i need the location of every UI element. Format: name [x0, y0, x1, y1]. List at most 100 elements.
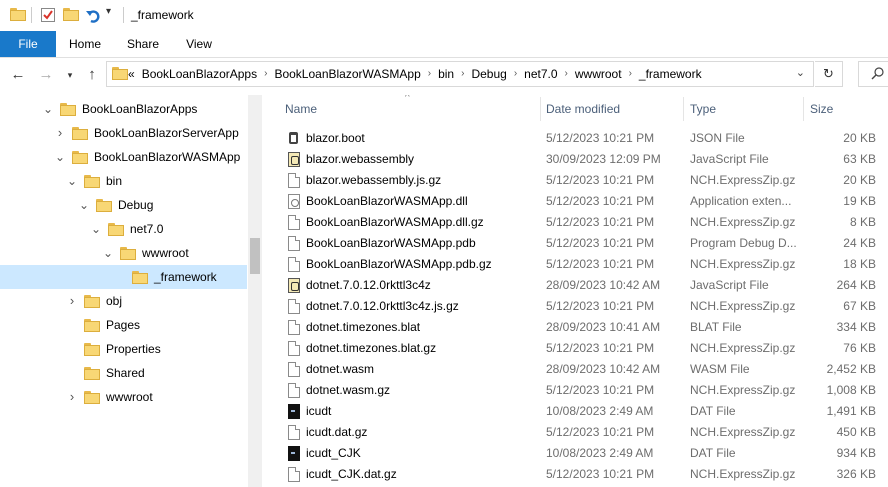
file-size: 20 KB — [843, 131, 876, 145]
tree-item[interactable]: ⌄ BookLoanBlazorWASMApp — [54, 145, 240, 169]
title-bar: ▾ _framework — [0, 0, 888, 31]
forward-arrow-icon[interactable]: → — [37, 66, 55, 83]
recent-locations-chevron-icon[interactable]: ▾ — [61, 70, 79, 81]
breadcrumb-item[interactable]: BookLoanBlazorApps — [142, 61, 257, 87]
back-arrow-icon[interactable]: ← — [9, 66, 27, 83]
search-input[interactable] — [858, 61, 888, 87]
tree-item[interactable]: ⌄ BookLoanBlazorApps — [42, 97, 197, 121]
folder-icon — [120, 246, 136, 260]
chevron-right-icon[interactable]: › — [66, 385, 78, 409]
file-row[interactable]: icudt_CJK.dat.gz 5/12/2023 10:21 PM NCH.Ex… — [268, 464, 888, 485]
breadcrumb-separator-icon[interactable]: › — [264, 61, 267, 87]
refresh-button[interactable]: ↻ — [815, 61, 843, 87]
chevron-down-icon[interactable]: ⌄ — [102, 241, 114, 265]
file-row[interactable]: BookLoanBlazorWASMApp.dll.gz 5/12/2023 10… — [268, 212, 888, 233]
file-type: DAT File — [690, 446, 736, 460]
file-row[interactable]: dotnet.wasm 28/09/2023 10:42 AM WASM File 2… — [268, 359, 888, 380]
breadcrumb-item[interactable]: wwwroot — [575, 61, 622, 87]
breadcrumb-item[interactable]: _framework — [639, 61, 702, 87]
breadcrumb-separator-icon[interactable]: › — [428, 61, 431, 87]
chevron-down-icon[interactable]: ⌄ — [90, 217, 102, 241]
file-type: JavaScript File — [690, 278, 769, 292]
file-row[interactable]: dotnet.timezones.blat.gz 5/12/2023 10:21 … — [268, 338, 888, 359]
tree-scrollbar[interactable] — [248, 95, 262, 487]
file-row[interactable]: blazor.webassembly 30/09/2023 12:09 PM Jav… — [268, 149, 888, 170]
tab-home[interactable]: Home — [60, 31, 110, 57]
tab-view[interactable]: View — [176, 31, 222, 57]
column-header-type[interactable]: Type — [690, 95, 808, 123]
customize-quick-access-icon[interactable]: ▾ — [106, 6, 111, 17]
file-date-modified: 5/12/2023 10:21 PM — [546, 131, 655, 145]
chevron-down-icon[interactable]: ⌄ — [66, 169, 78, 193]
file-name: icudt_CJK.dat.gz — [306, 467, 397, 481]
chevron-down-icon[interactable]: ⌄ — [54, 145, 66, 169]
file-icon — [288, 173, 300, 188]
tree-item-label: wwwroot — [142, 246, 189, 260]
breadcrumb-item[interactable]: BookLoanBlazorWASMApp — [274, 61, 420, 87]
file-row[interactable]: dotnet.timezones.blat 28/09/2023 10:41 AM… — [268, 317, 888, 338]
tree-item-label: Debug — [118, 198, 154, 212]
tree-item[interactable]: Properties — [66, 337, 161, 361]
column-header-date[interactable]: Date modified — [546, 95, 686, 123]
file-size: 2,452 KB — [826, 362, 876, 376]
column-divider[interactable] — [540, 97, 541, 121]
breadcrumb-overflow[interactable]: « — [128, 61, 135, 87]
tree-item[interactable]: _framework — [114, 265, 217, 289]
up-arrow-icon[interactable]: ↑ — [83, 66, 101, 83]
file-row[interactable]: icudt_CJK 10/08/2023 2:49 AM DAT File 934 K… — [268, 443, 888, 464]
address-dropdown-chevron-icon[interactable]: ⌄ — [796, 66, 805, 79]
column-header-name[interactable]: Name — [285, 95, 535, 123]
tree-item-label: Properties — [106, 342, 161, 356]
file-name: dotnet.7.0.12.0rkttl3c4z — [306, 278, 431, 292]
ribbon: File Home Share View — [0, 31, 888, 58]
tree-item[interactable]: ⌄ bin — [66, 169, 122, 193]
file-row[interactable]: dotnet.wasm.gz 5/12/2023 10:21 PM NCH.Expr… — [268, 380, 888, 401]
file-row[interactable]: icudt 10/08/2023 2:49 AM DAT File 1,491 KB — [268, 401, 888, 422]
tree-item[interactable]: › obj — [66, 289, 122, 313]
file-row[interactable]: blazor.webassembly.js.gz 5/12/2023 10:21 … — [268, 170, 888, 191]
tree-item[interactable]: ⌄ net7.0 — [90, 217, 163, 241]
file-row[interactable]: dotnet.7.0.12.0rkttl3c4z.js.gz 5/12/2023 … — [268, 296, 888, 317]
breadcrumb-separator-icon[interactable]: › — [565, 61, 568, 87]
chevron-down-icon[interactable]: ⌄ — [78, 193, 90, 217]
tree-scrollbar-thumb[interactable] — [250, 238, 260, 274]
file-row[interactable]: icudt.dat.gz 5/12/2023 10:21 PM NCH.Expres… — [268, 422, 888, 443]
new-folder-icon[interactable] — [63, 8, 79, 22]
file-name: icudt — [306, 404, 332, 418]
breadcrumb-item[interactable]: bin — [438, 61, 454, 87]
file-row[interactable]: BookLoanBlazorWASMApp.dll 5/12/2023 10:21… — [268, 191, 888, 212]
file-row[interactable]: BookLoanBlazorWASMApp.pdb.gz 5/12/2023 10… — [268, 254, 888, 275]
tree-item[interactable]: Shared — [66, 361, 145, 385]
file-type: NCH.ExpressZip.gz — [690, 173, 796, 187]
breadcrumb-separator-icon[interactable]: › — [514, 61, 517, 87]
folder-icon — [84, 174, 100, 188]
tree-item[interactable]: › BookLoanBlazorServerApp — [54, 121, 239, 145]
column-header-size[interactable]: Size — [810, 95, 870, 123]
chevron-down-icon[interactable]: ⌄ — [42, 97, 54, 121]
file-row[interactable]: blazor.boot 5/12/2023 10:21 PM JSON File 20… — [268, 128, 888, 149]
column-divider[interactable] — [683, 97, 684, 121]
tab-file[interactable]: File — [0, 31, 56, 57]
column-divider[interactable] — [803, 97, 804, 121]
properties-icon[interactable] — [41, 8, 55, 22]
breadcrumb-item[interactable]: Debug — [471, 61, 506, 87]
breadcrumb-separator-icon[interactable]: › — [629, 61, 632, 87]
divider — [31, 7, 32, 23]
breadcrumb-item[interactable]: net7.0 — [524, 61, 557, 87]
chevron-right-icon[interactable]: › — [66, 289, 78, 313]
breadcrumb-separator-icon[interactable]: › — [461, 61, 464, 87]
tree-item[interactable]: ⌄ wwwroot — [102, 241, 189, 265]
file-date-modified: 5/12/2023 10:21 PM — [546, 425, 655, 439]
tree-item[interactable]: › wwwroot — [66, 385, 153, 409]
folder-icon — [108, 222, 124, 236]
dat-file-icon — [288, 446, 300, 461]
tab-share[interactable]: Share — [118, 31, 168, 57]
file-type: BLAT File — [690, 320, 742, 334]
tree-item[interactable]: ⌄ Debug — [78, 193, 153, 217]
chevron-right-icon[interactable]: › — [54, 121, 66, 145]
file-type: WASM File — [690, 362, 750, 376]
file-row[interactable]: BookLoanBlazorWASMApp.pdb 5/12/2023 10:21… — [268, 233, 888, 254]
undo-icon[interactable] — [85, 8, 100, 23]
file-row[interactable]: dotnet.7.0.12.0rkttl3c4z 28/09/2023 10:42… — [268, 275, 888, 296]
tree-item[interactable]: Pages — [66, 313, 140, 337]
